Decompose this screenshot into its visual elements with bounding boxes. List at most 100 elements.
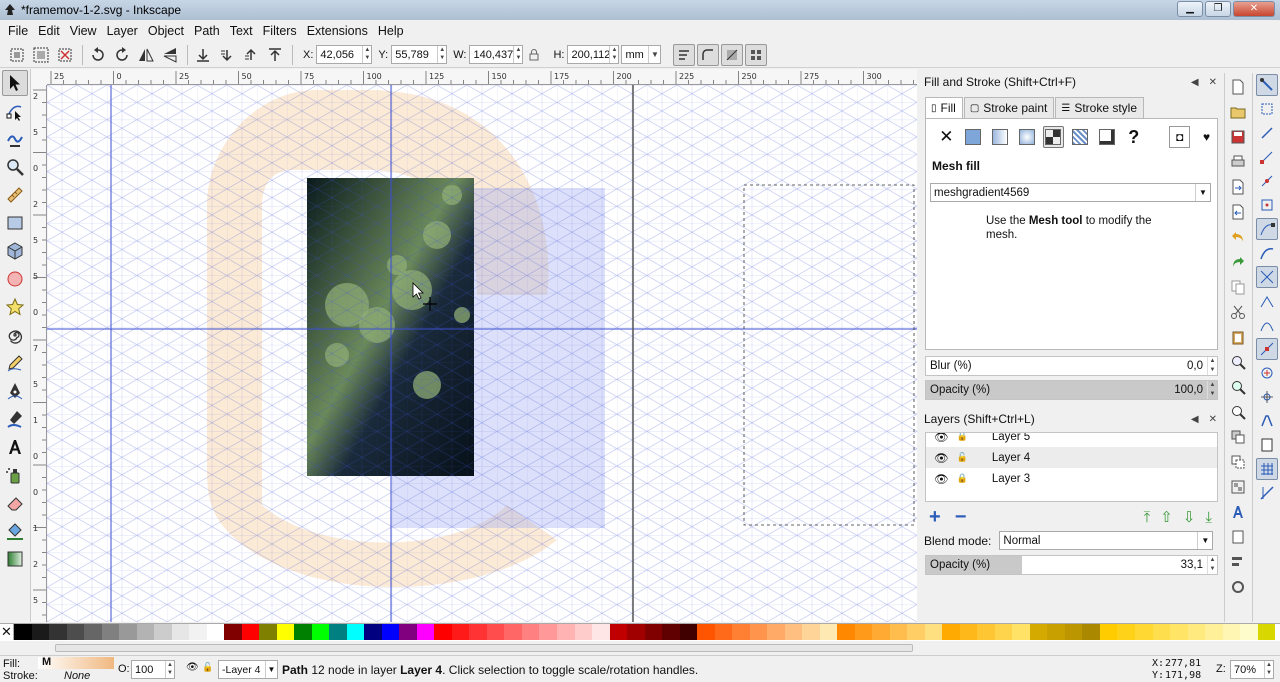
layer-lock-icon[interactable]: 🔓 xyxy=(202,662,213,673)
layer-visibility-icon[interactable]: 👁 xyxy=(186,662,199,673)
color-swatch[interactable] xyxy=(206,624,225,640)
h-spin-arrows[interactable]: ▲ ▼ xyxy=(609,46,618,63)
scale-corners-toggle[interactable] xyxy=(697,43,720,66)
snap-intersections-button[interactable] xyxy=(1256,266,1278,288)
lower-to-bottom-button[interactable] xyxy=(192,44,214,66)
rectangle-tool[interactable] xyxy=(2,210,28,236)
maximize-button[interactable]: ❐ xyxy=(1205,1,1231,17)
scrollbar-thumb[interactable] xyxy=(55,644,913,652)
w-field[interactable]: 140,437 ▲ ▼ xyxy=(469,45,524,64)
lower-layer-button[interactable]: ⇩ xyxy=(1183,508,1196,526)
color-swatch[interactable] xyxy=(451,624,470,640)
current-layer-select[interactable]: -Layer 4 ▼ xyxy=(218,660,278,679)
unit-dropdown-arrow[interactable]: ▼ xyxy=(648,46,660,63)
iconify-button[interactable]: ◀ xyxy=(1191,414,1199,425)
snap-bbox-midpoint-button[interactable] xyxy=(1256,170,1278,192)
menu-path[interactable]: Path xyxy=(189,24,225,38)
select-all-button[interactable] xyxy=(6,44,28,66)
redo-button[interactable] xyxy=(1227,251,1249,273)
layer-opacity-spin-arrows[interactable]: ▲ ▼ xyxy=(1207,556,1217,574)
zoom-tool[interactable] xyxy=(2,154,28,180)
snap-toggle[interactable] xyxy=(1256,74,1278,96)
color-swatch[interactable] xyxy=(224,624,242,640)
color-swatch[interactable] xyxy=(469,624,487,640)
fill-indicator[interactable]: M xyxy=(38,656,114,669)
blur-spin-arrows[interactable]: ▲ ▼ xyxy=(1207,357,1217,375)
h-field[interactable]: 200,112 ▲ ▼ xyxy=(567,45,620,64)
color-swatch[interactable] xyxy=(504,624,522,640)
color-swatch[interactable] xyxy=(556,624,575,640)
duplicate-button[interactable] xyxy=(1227,426,1249,448)
color-swatch[interactable] xyxy=(889,624,908,640)
eye-icon[interactable]: 👁 xyxy=(934,451,949,465)
color-swatch[interactable] xyxy=(1187,624,1206,640)
menu-text[interactable]: Text xyxy=(225,24,258,38)
star-tool[interactable] xyxy=(2,294,28,320)
color-swatch[interactable] xyxy=(539,624,557,640)
snap-cusp-button[interactable] xyxy=(1256,290,1278,312)
color-swatch[interactable] xyxy=(924,624,943,640)
raise-to-top-button[interactable] xyxy=(264,44,286,66)
color-swatch[interactable] xyxy=(276,624,295,640)
snap-paths-button[interactable] xyxy=(1256,242,1278,264)
eye-icon[interactable]: 👁 xyxy=(934,472,949,486)
pencil-tool[interactable] xyxy=(2,350,28,376)
tab-stroke-style[interactable]: ☰ Stroke style xyxy=(1055,97,1145,118)
color-swatch[interactable] xyxy=(49,624,67,640)
color-swatch[interactable] xyxy=(574,624,593,640)
snap-object-center-button[interactable] xyxy=(1256,362,1278,384)
mesh-gradient-button[interactable] xyxy=(1043,126,1064,148)
rotate-cw-button[interactable] xyxy=(111,44,133,66)
close-button[interactable]: ✕ xyxy=(1233,1,1275,17)
color-swatch[interactable] xyxy=(977,624,995,640)
color-swatch[interactable] xyxy=(486,624,505,640)
color-swatch[interactable] xyxy=(119,624,137,640)
color-swatch[interactable] xyxy=(1064,624,1083,640)
color-swatch[interactable] xyxy=(1170,624,1188,640)
color-swatch[interactable] xyxy=(959,624,978,640)
color-swatch[interactable] xyxy=(1222,624,1241,640)
opacity-field[interactable]: 100 ▲ ▼ xyxy=(131,660,175,679)
text-tool[interactable] xyxy=(2,434,28,460)
pattern-button[interactable] xyxy=(1070,126,1091,148)
paste-button[interactable] xyxy=(1227,326,1249,348)
color-swatch[interactable] xyxy=(1240,624,1258,640)
layer-row[interactable]: 👁 🔒 Layer 5 xyxy=(926,433,1217,447)
x-spin-arrows[interactable]: ▲ ▼ xyxy=(362,46,371,63)
menu-object[interactable]: Object xyxy=(143,24,189,38)
eye-icon[interactable]: 👁 xyxy=(934,433,949,444)
color-swatch[interactable] xyxy=(154,624,172,640)
menu-layer[interactable]: Layer xyxy=(102,24,143,38)
import-button[interactable] xyxy=(1227,176,1249,198)
raise-to-top-layer-button[interactable]: ⤒ xyxy=(1144,509,1151,526)
close-dialog-button[interactable]: ✕ xyxy=(1209,414,1217,425)
zoom-page-button[interactable] xyxy=(1227,401,1249,423)
selector-tool[interactable] xyxy=(2,70,28,96)
transform-patterns-toggle[interactable] xyxy=(745,43,768,66)
menu-edit[interactable]: Edit xyxy=(33,24,65,38)
no-paint-button[interactable]: ✕ xyxy=(936,126,957,148)
color-swatch[interactable] xyxy=(942,624,960,640)
linear-gradient-button[interactable] xyxy=(990,126,1011,148)
color-swatch[interactable] xyxy=(259,624,277,640)
print-button[interactable] xyxy=(1227,151,1249,173)
snap-bbox-corner-button[interactable] xyxy=(1256,146,1278,168)
radial-gradient-button[interactable] xyxy=(1016,126,1037,148)
cut-button[interactable] xyxy=(1227,301,1249,323)
tab-stroke-paint[interactable]: ▢ Stroke paint xyxy=(963,97,1055,118)
layer-row[interactable]: 👁 🔒 Layer 3 xyxy=(926,468,1217,489)
color-swatch[interactable] xyxy=(749,624,768,640)
color-swatch[interactable] xyxy=(14,624,32,640)
color-swatch[interactable] xyxy=(714,624,733,640)
color-swatch[interactable] xyxy=(136,624,155,640)
lock-ratio-button[interactable] xyxy=(523,44,545,66)
color-swatch[interactable] xyxy=(679,624,698,640)
fill-rule-nonzero-button[interactable]: ♥ xyxy=(1196,126,1217,148)
lock-icon[interactable]: 🔓 xyxy=(957,452,968,463)
color-swatch[interactable] xyxy=(1099,624,1118,640)
color-swatch[interactable] xyxy=(784,624,803,640)
spray-tool[interactable] xyxy=(2,462,28,488)
snap-nodes-button[interactable] xyxy=(1256,218,1278,240)
deselect-button[interactable] xyxy=(54,44,76,66)
snap-rotation-center-button[interactable] xyxy=(1256,386,1278,408)
